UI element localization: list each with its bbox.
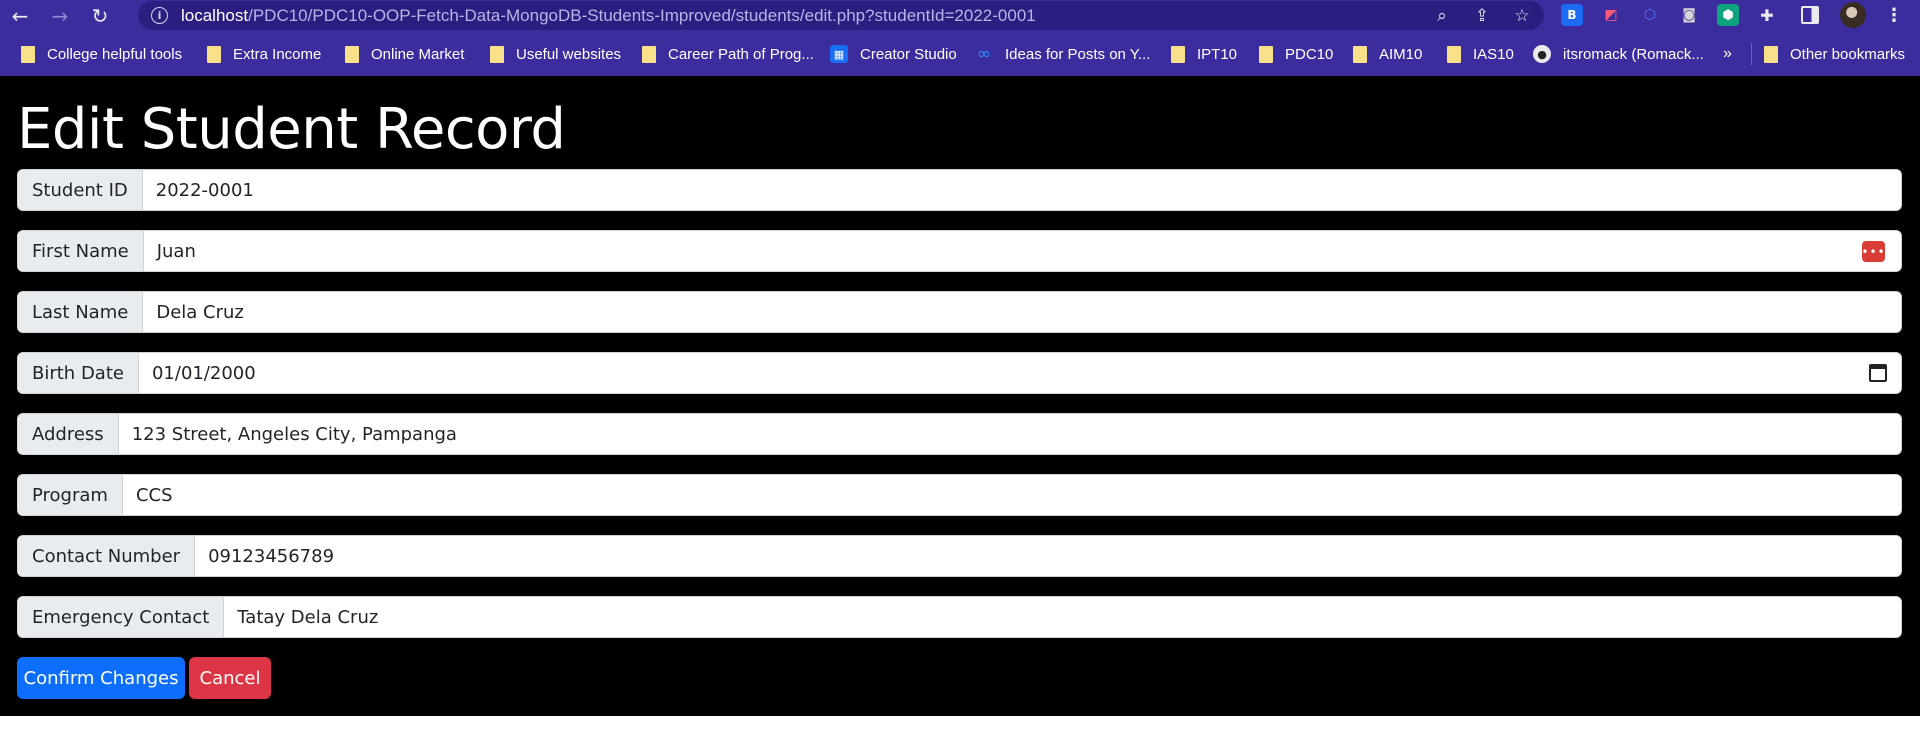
bookmark-item[interactable]: ● itsromack (Romack... (1533, 44, 1704, 64)
bookmark-item[interactable]: College helpful tools (21, 44, 182, 64)
last-name-group: Last Name Dela Cruz (17, 291, 1902, 333)
address-group: Address 123 Street, Angeles City, Pampan… (17, 413, 1902, 455)
first-name-label: First Name (18, 231, 144, 271)
folder-icon (642, 45, 656, 63)
birth-date-input[interactable]: 01/01/2000 (139, 353, 1901, 393)
share-icon[interactable]: ⇪ (1471, 5, 1493, 27)
bookmark-item[interactable]: Useful websites (490, 44, 621, 64)
student-id-input[interactable]: 2022-0001 (143, 170, 1901, 210)
bookmarks-divider (1751, 43, 1752, 65)
meta-icon: ∞ (976, 44, 992, 64)
github-icon: ● (1533, 45, 1551, 63)
bookmark-item[interactable]: Online Market (345, 44, 464, 64)
emergency-contact-input[interactable]: Tatay Dela Cruz (224, 597, 1901, 637)
program-input[interactable]: CCS (123, 475, 1901, 515)
emergency-contact-group: Emergency Contact Tatay Dela Cruz (17, 596, 1902, 638)
folder-icon (1353, 45, 1367, 63)
first-name-group: First Name Juan ••• (17, 230, 1902, 272)
page-content: Edit Student Record Student ID 2022-0001… (0, 76, 1920, 716)
folder-icon (1259, 45, 1273, 63)
extensions-puzzle-icon[interactable]: ✚ (1756, 4, 1778, 26)
page-title: Edit Student Record (17, 97, 566, 162)
bookmark-label: itsromack (Romack... (1563, 45, 1704, 63)
bookmark-item[interactable]: IPT10 (1171, 44, 1237, 64)
first-name-input[interactable]: Juan ••• (144, 231, 1901, 271)
bookmark-item[interactable]: IAS10 (1447, 44, 1514, 64)
folder-icon (490, 45, 504, 63)
bookmark-label: IPT10 (1197, 45, 1238, 63)
folder-icon (1447, 45, 1461, 63)
bookmark-label: Useful websites (516, 45, 622, 63)
forward-icon[interactable]: → (40, 0, 80, 31)
bookmark-label: PDC10 (1285, 45, 1334, 63)
folder-icon (345, 45, 359, 63)
folder-icon (1764, 45, 1778, 63)
site-info-icon[interactable]: i (151, 7, 168, 24)
url-path: /PDC10/PDC10-OOP-Fetch-Data-MongoDB-Stud… (248, 5, 1036, 25)
address-label: Address (18, 414, 119, 454)
birth-date-group: Birth Date 01/01/2000 (17, 352, 1902, 394)
menu-kebab-icon[interactable]: ⋮ (1883, 4, 1905, 26)
bookmarks-bar: College helpful tools Extra Income Onlin… (0, 31, 1920, 76)
first-name-value: Juan (156, 240, 196, 262)
address-input[interactable]: 123 Street, Angeles City, Pampanga (119, 414, 1901, 454)
reload-icon[interactable]: ↻ (80, 0, 120, 31)
other-bookmarks[interactable]: Other bookmarks (1764, 44, 1905, 64)
folder-icon (1171, 45, 1185, 63)
creator-studio-icon: ▦ (830, 45, 848, 63)
url-text[interactable]: localhost/PDC10/PDC10-OOP-Fetch-Data-Mon… (181, 6, 1036, 26)
bookmark-label: AIM10 (1379, 45, 1423, 63)
bookmark-item[interactable]: PDC10 (1259, 44, 1333, 64)
back-icon[interactable]: ← (0, 0, 40, 31)
extension-flag-icon[interactable]: ◩ (1600, 4, 1622, 26)
profile-avatar[interactable] (1840, 2, 1866, 28)
folder-icon (207, 45, 221, 63)
folder-icon (21, 45, 35, 63)
address-bar[interactable]: i localhost/PDC10/PDC10-OOP-Fetch-Data-M… (138, 1, 1544, 30)
bookmark-star-icon[interactable]: ☆ (1511, 5, 1533, 27)
contact-number-group: Contact Number 09123456789 (17, 535, 1902, 577)
bookmark-item[interactable]: AIM10 (1353, 44, 1422, 64)
student-id-label: Student ID (18, 170, 143, 210)
calendar-icon[interactable] (1869, 364, 1887, 382)
program-label: Program (18, 475, 123, 515)
student-id-group: Student ID 2022-0001 (17, 169, 1902, 211)
bookmark-item[interactable]: ▦ Creator Studio (830, 44, 957, 64)
contact-number-label: Contact Number (18, 536, 196, 576)
zoom-icon[interactable]: ⌕ (1431, 5, 1453, 27)
bookmark-item[interactable]: Career Path of Prog... (642, 44, 814, 64)
extension-hexagon-icon[interactable]: ⬡ (1639, 4, 1661, 26)
contact-number-input[interactable]: 09123456789 (195, 536, 1901, 576)
last-name-label: Last Name (18, 292, 144, 332)
browser-toolbar: ← → ↻ i localhost/PDC10/PDC10-OOP-Fetch-… (0, 0, 1920, 31)
password-manager-icon[interactable]: ••• (1861, 241, 1885, 262)
birth-date-label: Birth Date (18, 353, 139, 393)
bookmark-label: IAS10 (1473, 45, 1514, 63)
bookmark-label: Creator Studio (860, 45, 957, 63)
chatgpt-extension-icon[interactable]: ⬢ (1717, 4, 1739, 26)
emergency-contact-label: Emergency Contact (18, 597, 225, 637)
birth-date-value: 01/01/2000 (151, 362, 256, 384)
cancel-button[interactable]: Cancel (189, 657, 271, 699)
bookmark-label: Extra Income (233, 45, 322, 63)
bitwarden-extension-icon[interactable]: B (1561, 4, 1583, 26)
last-name-input[interactable]: Dela Cruz (143, 292, 1901, 332)
bookmark-label: Ideas for Posts on Y... (1005, 45, 1151, 63)
bookmark-label: Career Path of Prog... (668, 45, 814, 63)
bookmark-label: Online Market (371, 45, 465, 63)
other-bookmarks-label: Other bookmarks (1790, 45, 1906, 63)
confirm-changes-button[interactable]: Confirm Changes (17, 657, 185, 699)
bookmark-item[interactable]: ∞ Ideas for Posts on Y... (975, 44, 1150, 64)
program-group: Program CCS (17, 474, 1902, 516)
url-host: localhost (181, 5, 249, 25)
side-panel-icon[interactable] (1801, 6, 1819, 24)
bookmark-item[interactable]: Extra Income (207, 44, 321, 64)
bookmark-label: College helpful tools (47, 45, 183, 63)
camera-extension-icon[interactable]: ◙ (1678, 4, 1700, 26)
bookmarks-overflow-button[interactable]: » (1723, 44, 1732, 64)
